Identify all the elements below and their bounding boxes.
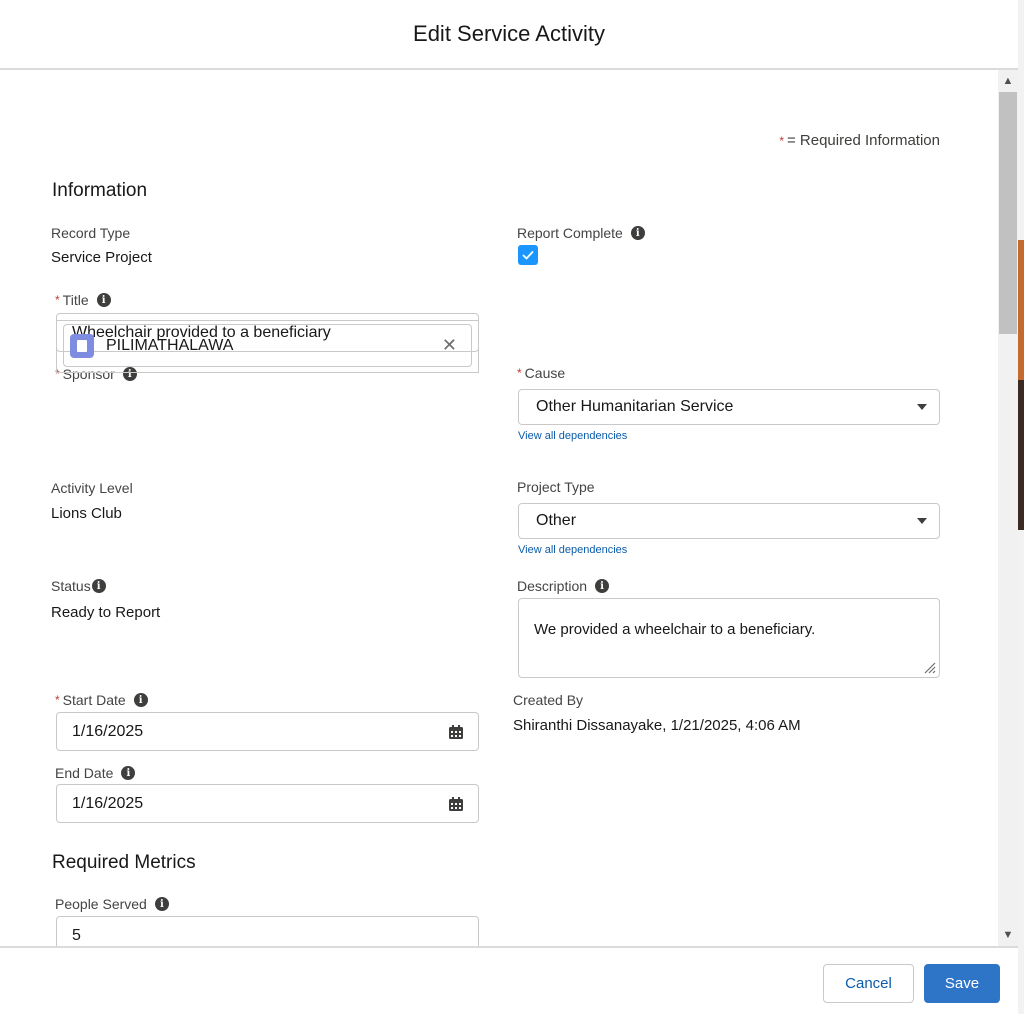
checkmark-icon xyxy=(522,250,534,260)
modal-title: Edit Service Activity xyxy=(413,21,605,46)
resize-grip-icon[interactable] xyxy=(922,660,936,674)
record-type-label: Record Type xyxy=(51,225,131,241)
description-label: Description i xyxy=(517,578,610,594)
created-by-label: Created By xyxy=(513,692,584,708)
sponsor-value: PILIMATHALAWA xyxy=(106,336,234,354)
start-date-input[interactable]: 1/16/2025 xyxy=(56,712,479,751)
created-by-value: Shiranthi Dissanayake, 1/21/2025, 4:06 A… xyxy=(513,717,801,734)
people-served-input[interactable]: 5 xyxy=(56,916,479,946)
background-fragment xyxy=(1018,380,1024,530)
status-value: Ready to Report xyxy=(51,604,161,621)
info-icon[interactable]: i xyxy=(154,897,169,911)
sponsor-pill[interactable]: PILIMATHALAWA ✕ xyxy=(63,324,472,367)
title-label: * Title i xyxy=(55,292,111,308)
description-textarea[interactable]: We provided a wheelchair to a beneficiar… xyxy=(518,598,940,678)
clear-selection-icon[interactable]: ✕ xyxy=(442,335,457,356)
info-icon[interactable]: i xyxy=(630,226,645,240)
status-label: Status i xyxy=(51,578,106,594)
sponsor-lookup-container: PILIMATHALAWA ✕ xyxy=(56,320,479,373)
end-date-input[interactable]: 1/16/2025 xyxy=(56,784,479,823)
project-type-label: Project Type xyxy=(517,479,595,495)
required-legend: * = Required Information xyxy=(779,132,940,149)
project-type-select[interactable]: Other xyxy=(518,503,940,539)
section-required-metrics: Required Metrics xyxy=(52,852,196,873)
calendar-icon[interactable] xyxy=(448,796,464,812)
people-served-label: People Served i xyxy=(55,896,169,912)
scrollbar[interactable]: ▲ ▼ xyxy=(998,70,1018,946)
project-type-dependencies-link[interactable]: View all dependencies xyxy=(518,544,627,556)
section-information: Information xyxy=(52,180,148,201)
cause-select-value: Other Humanitarian Service xyxy=(536,398,734,415)
report-complete-label: Report Complete i xyxy=(517,225,645,241)
activity-level-value: Lions Club xyxy=(51,505,122,522)
background-fragment xyxy=(1018,240,1024,380)
info-icon[interactable]: i xyxy=(595,579,610,593)
modal-footer: Cancel Save xyxy=(0,946,1018,1014)
cancel-button[interactable]: Cancel xyxy=(823,964,914,1003)
end-date-value: 1/16/2025 xyxy=(72,794,144,812)
start-date-value: 1/16/2025 xyxy=(72,722,144,740)
scroll-up-arrow-icon[interactable]: ▲ xyxy=(998,72,1018,90)
save-button[interactable]: Save xyxy=(924,964,1000,1003)
cause-dependencies-link[interactable]: View all dependencies xyxy=(518,430,627,442)
chevron-down-icon xyxy=(917,518,927,524)
cause-select[interactable]: Other Humanitarian Service xyxy=(518,389,940,425)
required-legend-text: = Required Information xyxy=(786,132,940,149)
description-value: We provided a wheelchair to a beneficiar… xyxy=(534,621,816,638)
info-icon[interactable]: i xyxy=(96,293,111,307)
record-type-value: Service Project xyxy=(51,249,152,266)
account-icon xyxy=(70,333,94,358)
scrollbar-thumb[interactable] xyxy=(999,92,1017,334)
info-icon[interactable]: i xyxy=(91,579,106,593)
info-icon[interactable]: i xyxy=(133,693,148,707)
start-date-label: * Start Date i xyxy=(55,692,148,708)
activity-level-label: Activity Level xyxy=(51,480,133,496)
project-type-select-value: Other xyxy=(536,512,577,529)
info-icon[interactable]: i xyxy=(121,766,136,780)
modal-body[interactable]: * = Required Information Information Reco… xyxy=(0,70,998,946)
end-date-label: End Date i xyxy=(55,765,136,781)
background-edge xyxy=(1018,0,1024,1014)
modal-header: Edit Service Activity xyxy=(0,0,1018,70)
people-served-value: 5 xyxy=(72,926,81,944)
required-asterisk: * xyxy=(779,134,784,148)
scroll-down-arrow-icon[interactable]: ▼ xyxy=(998,926,1018,944)
report-complete-checkbox[interactable] xyxy=(518,245,538,265)
chevron-down-icon xyxy=(917,404,927,410)
calendar-icon[interactable] xyxy=(448,724,464,740)
cause-label: * Cause xyxy=(517,365,566,381)
edit-modal: Edit Service Activity * = Required Inform… xyxy=(0,0,1018,1014)
